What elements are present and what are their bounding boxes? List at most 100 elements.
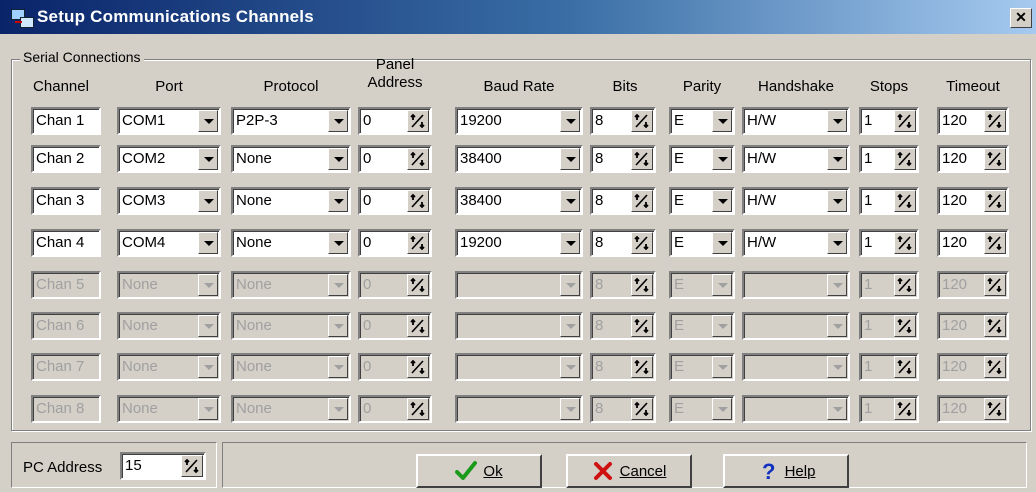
spin-arrows-icon[interactable] xyxy=(631,110,653,132)
spin-arrows-icon[interactable] xyxy=(631,398,653,420)
stops-value[interactable]: 1 xyxy=(864,150,872,168)
help-button[interactable]: ? Help xyxy=(723,454,849,488)
row-2-protocol-select[interactable]: None xyxy=(231,145,351,173)
row-5-panel-address-spinner[interactable]: 0 xyxy=(358,271,432,299)
spin-arrows-icon[interactable] xyxy=(984,110,1006,132)
row-7-parity-select[interactable]: E xyxy=(669,353,735,381)
protocol-value[interactable]: None xyxy=(236,192,272,210)
row-2-bits-spinner[interactable]: 8 xyxy=(590,145,656,173)
bits-value[interactable]: 8 xyxy=(595,317,603,335)
row-3-timeout-spinner[interactable]: 120 xyxy=(937,187,1009,215)
bits-value[interactable]: 8 xyxy=(595,112,603,130)
protocol-value[interactable]: None xyxy=(236,234,272,252)
channel-value[interactable]: Chan 4 xyxy=(36,234,84,252)
row-8-parity-select[interactable]: E xyxy=(669,395,735,423)
dropdown-arrow-icon[interactable] xyxy=(328,315,348,337)
row-4-stops-spinner[interactable]: 1 xyxy=(859,229,919,257)
row-6-protocol-select[interactable]: None xyxy=(231,312,351,340)
row-3-stops-spinner[interactable]: 1 xyxy=(859,187,919,215)
row-1-baud-rate-select[interactable]: 19200 xyxy=(455,107,583,135)
panel-address-value[interactable]: 0 xyxy=(363,192,371,210)
row-5-port-select[interactable]: None xyxy=(117,271,221,299)
dropdown-arrow-icon[interactable] xyxy=(712,148,732,170)
channel-value[interactable]: Chan 5 xyxy=(36,276,84,294)
row-1-bits-spinner[interactable]: 8 xyxy=(590,107,656,135)
dropdown-arrow-icon[interactable] xyxy=(328,232,348,254)
dropdown-arrow-icon[interactable] xyxy=(827,148,847,170)
row-3-channel-field[interactable]: Chan 3 xyxy=(31,187,101,215)
spin-arrows-icon[interactable] xyxy=(407,148,429,170)
panel-address-value[interactable]: 0 xyxy=(363,234,371,252)
dropdown-arrow-icon[interactable] xyxy=(827,190,847,212)
protocol-value[interactable]: None xyxy=(236,358,272,376)
row-3-panel-address-spinner[interactable]: 0 xyxy=(358,187,432,215)
baud-rate-value[interactable]: 19200 xyxy=(460,234,502,252)
dropdown-arrow-icon[interactable] xyxy=(198,356,218,378)
timeout-value[interactable]: 120 xyxy=(942,400,967,418)
baud-rate-value[interactable]: 19200 xyxy=(460,112,502,130)
dropdown-arrow-icon[interactable] xyxy=(827,110,847,132)
row-8-panel-address-spinner[interactable]: 0 xyxy=(358,395,432,423)
spin-arrows-icon[interactable] xyxy=(631,148,653,170)
port-value[interactable]: COM4 xyxy=(122,234,165,252)
row-1-parity-select[interactable]: E xyxy=(669,107,735,135)
bits-value[interactable]: 8 xyxy=(595,192,603,210)
spin-arrows-icon[interactable] xyxy=(894,110,916,132)
handshake-value[interactable]: H/W xyxy=(747,112,776,130)
dropdown-arrow-icon[interactable] xyxy=(827,232,847,254)
row-6-port-select[interactable]: None xyxy=(117,312,221,340)
dropdown-arrow-icon[interactable] xyxy=(712,232,732,254)
handshake-value[interactable]: H/W xyxy=(747,192,776,210)
row-1-channel-field[interactable]: Chan 1 xyxy=(31,107,101,135)
protocol-value[interactable]: None xyxy=(236,317,272,335)
port-value[interactable]: None xyxy=(122,358,158,376)
row-2-timeout-spinner[interactable]: 120 xyxy=(937,145,1009,173)
row-7-protocol-select[interactable]: None xyxy=(231,353,351,381)
timeout-value[interactable]: 120 xyxy=(942,112,967,130)
row-6-panel-address-spinner[interactable]: 0 xyxy=(358,312,432,340)
dropdown-arrow-icon[interactable] xyxy=(198,148,218,170)
row-4-timeout-spinner[interactable]: 120 xyxy=(937,229,1009,257)
dropdown-arrow-icon[interactable] xyxy=(328,356,348,378)
bits-value[interactable]: 8 xyxy=(595,358,603,376)
row-4-channel-field[interactable]: Chan 4 xyxy=(31,229,101,257)
row-3-port-select[interactable]: COM3 xyxy=(117,187,221,215)
parity-value[interactable]: E xyxy=(674,234,684,252)
spin-arrows-icon[interactable] xyxy=(984,356,1006,378)
pc-address-spinner[interactable]: 15 xyxy=(120,452,206,480)
dropdown-arrow-icon[interactable] xyxy=(560,274,580,296)
row-4-port-select[interactable]: COM4 xyxy=(117,229,221,257)
row-5-handshake-select[interactable] xyxy=(742,271,850,299)
dropdown-arrow-icon[interactable] xyxy=(560,110,580,132)
channel-value[interactable]: Chan 2 xyxy=(36,150,84,168)
protocol-value[interactable]: None xyxy=(236,400,272,418)
bits-value[interactable]: 8 xyxy=(595,150,603,168)
baud-rate-value[interactable]: 38400 xyxy=(460,192,502,210)
row-4-parity-select[interactable]: E xyxy=(669,229,735,257)
parity-value[interactable]: E xyxy=(674,400,684,418)
spin-arrows-icon[interactable] xyxy=(984,398,1006,420)
row-1-panel-address-spinner[interactable]: 0 xyxy=(358,107,432,135)
parity-value[interactable]: E xyxy=(674,317,684,335)
row-6-baud-rate-select[interactable] xyxy=(455,312,583,340)
row-3-protocol-select[interactable]: None xyxy=(231,187,351,215)
timeout-value[interactable]: 120 xyxy=(942,317,967,335)
row-7-panel-address-spinner[interactable]: 0 xyxy=(358,353,432,381)
panel-address-value[interactable]: 0 xyxy=(363,317,371,335)
panel-address-value[interactable]: 0 xyxy=(363,150,371,168)
channel-value[interactable]: Chan 8 xyxy=(36,400,84,418)
spin-arrows-icon[interactable] xyxy=(631,315,653,337)
title-bar[interactable]: Setup Communications Channels xyxy=(0,0,1036,34)
dropdown-arrow-icon[interactable] xyxy=(198,398,218,420)
row-7-channel-field[interactable]: Chan 7 xyxy=(31,353,101,381)
row-4-bits-spinner[interactable]: 8 xyxy=(590,229,656,257)
spin-arrows-icon[interactable] xyxy=(894,398,916,420)
dropdown-arrow-icon[interactable] xyxy=(827,315,847,337)
row-1-stops-spinner[interactable]: 1 xyxy=(859,107,919,135)
spin-arrows-icon[interactable] xyxy=(631,356,653,378)
dropdown-arrow-icon[interactable] xyxy=(712,110,732,132)
row-1-handshake-select[interactable]: H/W xyxy=(742,107,850,135)
row-2-handshake-select[interactable]: H/W xyxy=(742,145,850,173)
row-1-port-select[interactable]: COM1 xyxy=(117,107,221,135)
row-6-stops-spinner[interactable]: 1 xyxy=(859,312,919,340)
